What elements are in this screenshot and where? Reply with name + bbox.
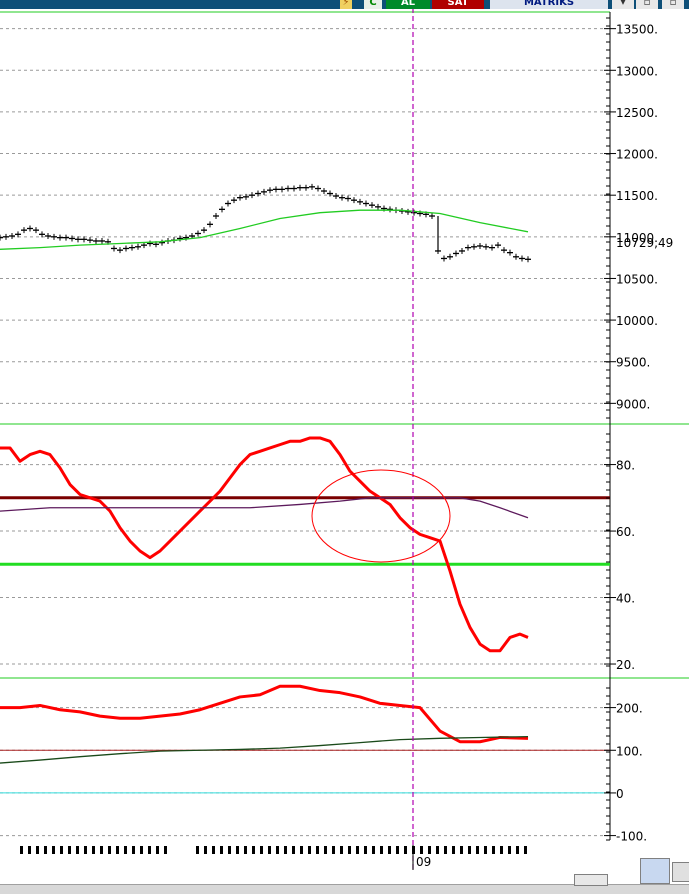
time-tick xyxy=(148,846,151,854)
chart-area[interactable]: 13500.13000.12500.12000.11500.11000.1050… xyxy=(0,0,689,893)
window-icon[interactable]: ▫ xyxy=(636,0,658,9)
time-tick xyxy=(388,846,391,854)
time-tick xyxy=(260,846,263,854)
time-tick xyxy=(196,846,199,854)
time-tick xyxy=(52,846,55,854)
time-tick xyxy=(36,846,39,854)
time-tick xyxy=(508,846,511,854)
y-tick-label: 20. xyxy=(616,658,635,672)
time-tick xyxy=(428,846,431,854)
time-tick xyxy=(308,846,311,854)
chart-background xyxy=(0,0,689,893)
time-tick xyxy=(228,846,231,854)
time-tick xyxy=(468,846,471,854)
time-tick xyxy=(244,846,247,854)
y-tick-label: 11500. xyxy=(616,189,658,203)
lightning-icon[interactable]: ⚡ xyxy=(340,0,352,9)
time-tick xyxy=(436,846,439,854)
time-tick xyxy=(100,846,103,854)
time-tick xyxy=(204,846,207,854)
y-tick-label: 13000. xyxy=(616,64,658,78)
last-value-label: 10729,49 xyxy=(616,236,673,250)
time-tick xyxy=(124,846,127,854)
time-tick xyxy=(92,846,95,854)
y-tick-label: 10500. xyxy=(616,272,658,286)
time-tick xyxy=(108,846,111,854)
time-tick xyxy=(340,846,343,854)
time-tick xyxy=(276,846,279,854)
time-tick xyxy=(28,846,31,854)
time-tick xyxy=(20,846,23,854)
time-tick xyxy=(116,846,119,854)
time-tick xyxy=(476,846,479,854)
time-tick xyxy=(500,846,503,854)
y-tick-label: 200. xyxy=(616,702,643,716)
time-tick xyxy=(356,846,359,854)
scroll-thumb[interactable] xyxy=(574,874,608,886)
time-tick xyxy=(524,846,527,854)
time-tick xyxy=(452,846,455,854)
matrix-button[interactable]: MATRİKS xyxy=(490,0,608,9)
c-button[interactable]: C xyxy=(364,0,382,9)
dropdown-icon[interactable]: ▾ xyxy=(612,0,634,9)
y-tick-label: 12000. xyxy=(616,148,658,162)
y-tick-label: 40. xyxy=(616,592,635,606)
time-tick xyxy=(316,846,319,854)
time-tick xyxy=(364,846,367,854)
time-axis-label: 09 xyxy=(416,855,431,869)
y-tick-label: 9000. xyxy=(616,397,650,411)
time-tick xyxy=(396,846,399,854)
time-tick xyxy=(132,846,135,854)
y-tick-label: 100. xyxy=(616,744,643,758)
time-tick xyxy=(300,846,303,854)
time-tick xyxy=(444,846,447,854)
time-tick xyxy=(380,846,383,854)
y-tick-label: 12500. xyxy=(616,106,658,120)
y-tick-label: 60. xyxy=(616,525,635,539)
time-tick xyxy=(492,846,495,854)
time-tick xyxy=(292,846,295,854)
time-tick xyxy=(284,846,287,854)
time-tick xyxy=(348,846,351,854)
time-tick xyxy=(372,846,375,854)
y-tick-label: 10000. xyxy=(616,314,658,328)
time-tick xyxy=(68,846,71,854)
y-tick-label: -100. xyxy=(616,830,647,844)
y-tick-label: 13500. xyxy=(616,23,658,37)
time-tick xyxy=(220,846,223,854)
time-tick xyxy=(420,846,423,854)
time-tick xyxy=(164,846,167,854)
time-tick xyxy=(84,846,87,854)
restore-icon[interactable]: ▫ xyxy=(662,0,684,9)
time-tick xyxy=(212,846,215,854)
time-tick xyxy=(404,846,407,854)
time-tick xyxy=(324,846,327,854)
time-tick xyxy=(268,846,271,854)
sell-button[interactable]: SAT xyxy=(432,0,484,9)
time-tick xyxy=(484,846,487,854)
time-tick xyxy=(156,846,159,854)
buy-button[interactable]: AL xyxy=(386,0,430,9)
time-tick xyxy=(460,846,463,854)
time-tick xyxy=(332,846,335,854)
refresh-icon[interactable] xyxy=(640,858,670,884)
y-tick-label: 80. xyxy=(616,459,635,473)
y-tick-label: 9500. xyxy=(616,356,650,370)
time-tick xyxy=(60,846,63,854)
time-tick xyxy=(252,846,255,854)
time-tick xyxy=(140,846,143,854)
time-tick xyxy=(516,846,519,854)
time-tick xyxy=(44,846,47,854)
toolbar: ⚡ C AL SAT MATRİKS ▾ ▫ ▫ xyxy=(0,0,689,9)
y-tick-label: 0 xyxy=(616,787,624,801)
time-tick xyxy=(236,846,239,854)
scroll-left-icon[interactable] xyxy=(672,862,689,882)
time-tick xyxy=(76,846,79,854)
